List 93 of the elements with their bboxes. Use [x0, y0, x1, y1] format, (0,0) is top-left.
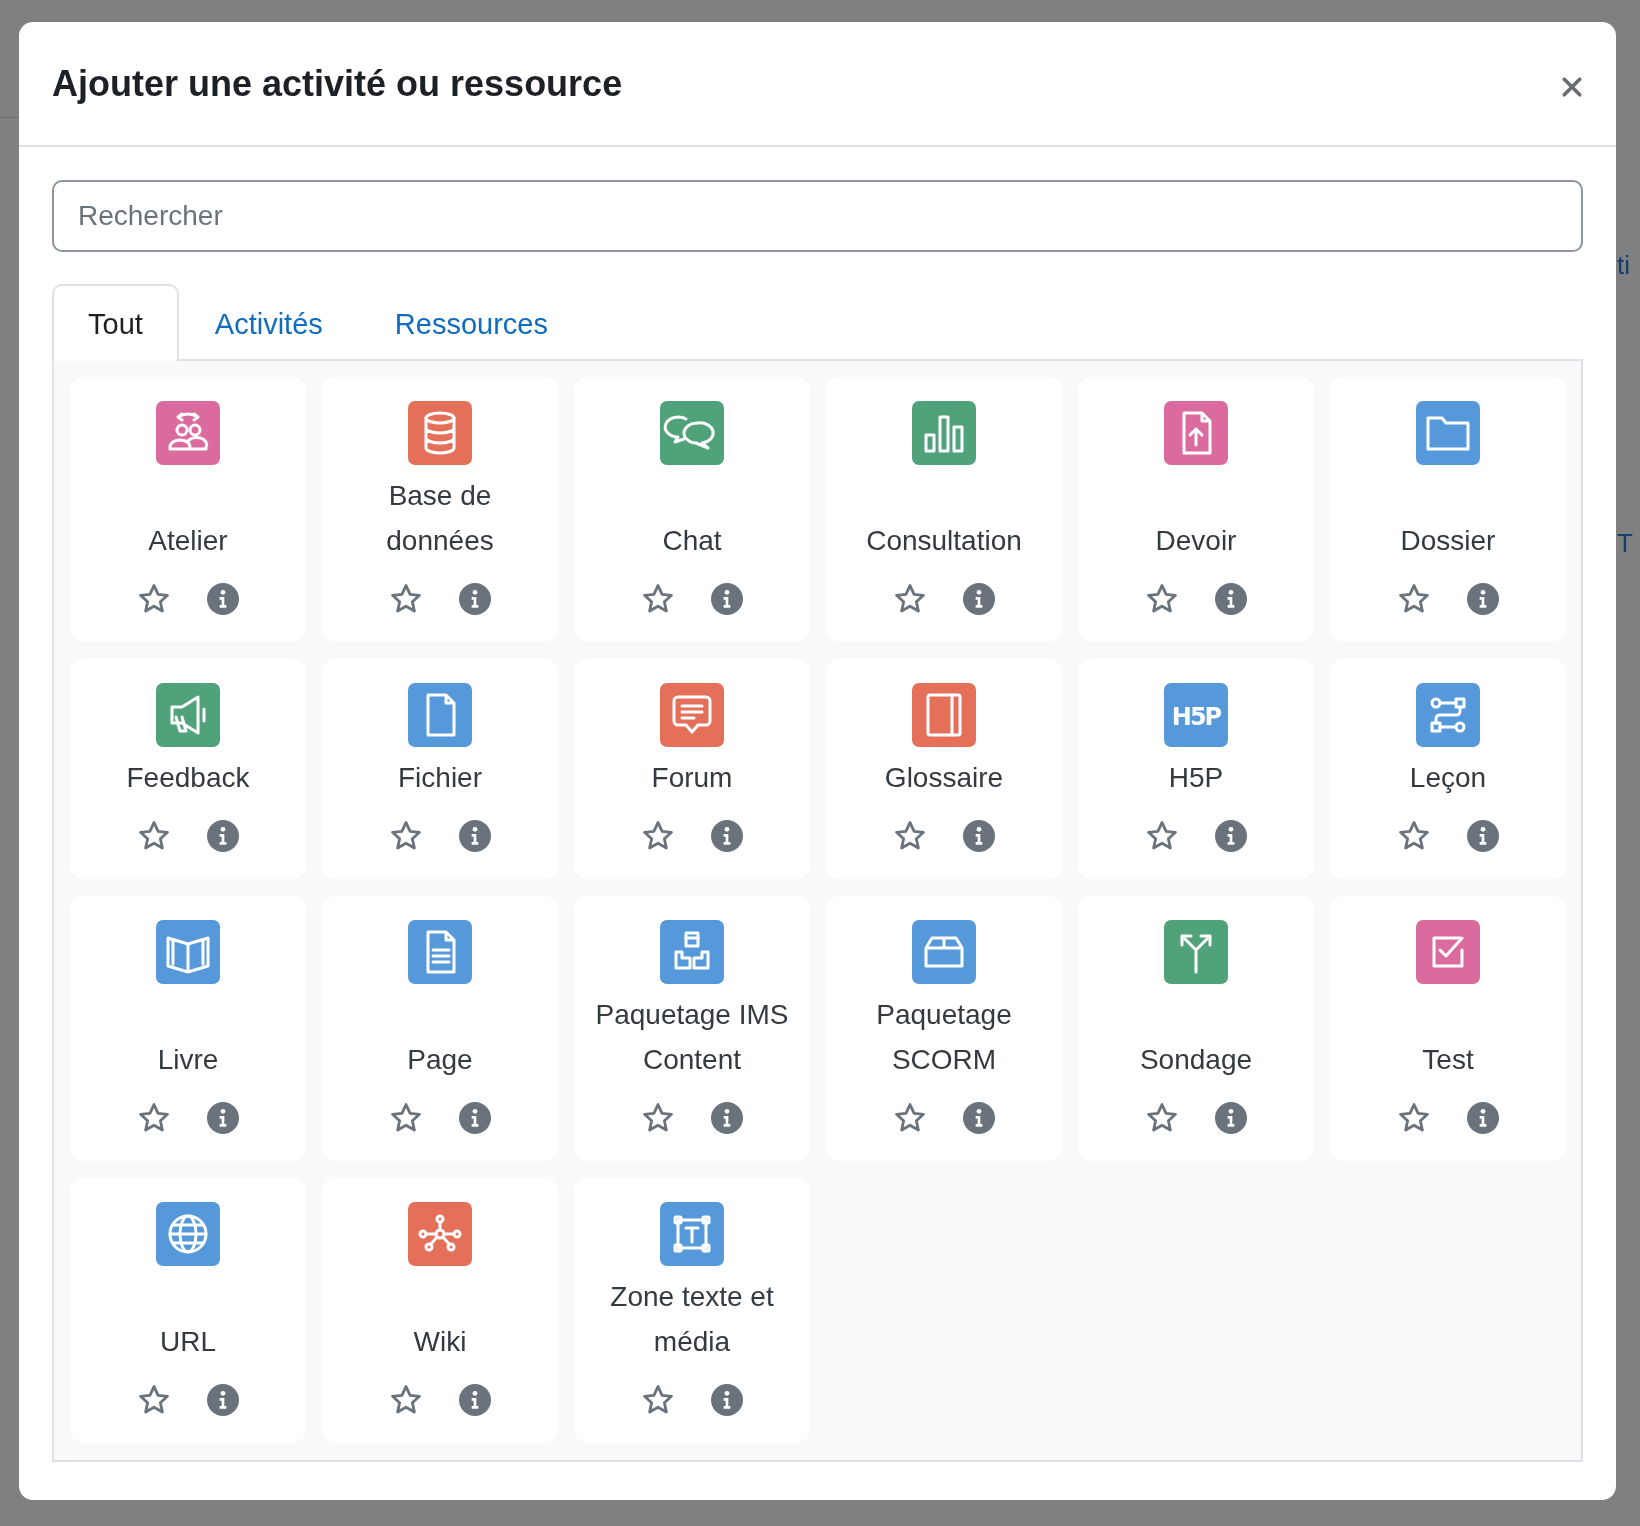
star-icon[interactable]: [641, 582, 675, 616]
activity-name: Consultation: [866, 524, 1022, 558]
activity-card[interactable]: Forum: [574, 659, 810, 879]
activity-card[interactable]: Devoir: [1078, 377, 1314, 642]
activity-card[interactable]: Chat: [574, 377, 810, 642]
star-icon[interactable]: [641, 1383, 675, 1417]
info-icon[interactable]: [207, 820, 239, 852]
info-icon[interactable]: [207, 1384, 239, 1416]
star-icon[interactable]: [1397, 1101, 1431, 1135]
info-icon[interactable]: [1467, 583, 1499, 615]
info-icon[interactable]: [459, 1384, 491, 1416]
activity-card[interactable]: URL: [70, 1178, 306, 1443]
activity-name: Base de données: [385, 479, 495, 558]
tab[interactable]: Ressources: [358, 284, 584, 361]
dialog-title: Ajouter une activité ou ressource: [52, 62, 623, 105]
star-icon[interactable]: [1145, 1101, 1179, 1135]
search-field[interactable]: Rechercher: [52, 180, 1583, 252]
star-icon[interactable]: [389, 819, 423, 853]
star-icon[interactable]: [1145, 582, 1179, 616]
info-icon[interactable]: [963, 820, 995, 852]
activity-name: Paquetage SCORM: [875, 998, 1013, 1077]
activity-name: Atelier: [148, 524, 228, 558]
activity-name: Sondage: [1139, 1043, 1253, 1077]
activity-name: URL: [160, 1325, 216, 1359]
tab[interactable]: Activités: [178, 284, 359, 361]
activity-card[interactable]: Dossier: [1330, 377, 1566, 642]
star-icon[interactable]: [137, 582, 171, 616]
activity-name: Zone texte et média: [609, 1280, 775, 1359]
info-icon[interactable]: [1467, 820, 1499, 852]
activity-name: Page: [407, 1043, 473, 1077]
activity-name: Devoir: [1155, 524, 1237, 558]
activity-name: Chat: [662, 524, 722, 558]
star-icon[interactable]: [1397, 582, 1431, 616]
background-text: T: [1617, 528, 1633, 559]
activity-card[interactable]: Wiki: [322, 1178, 558, 1443]
activity-name: Leçon: [1409, 761, 1487, 795]
activity-card[interactable]: Fichier: [322, 659, 558, 879]
tab[interactable]: Tout: [52, 284, 179, 361]
star-icon[interactable]: [137, 1101, 171, 1135]
activity-name: Feedback: [126, 761, 250, 795]
activity-card[interactable]: Consultation: [826, 377, 1062, 642]
background-text: ti: [1617, 250, 1630, 281]
star-icon[interactable]: [641, 1101, 675, 1135]
star-icon[interactable]: [389, 582, 423, 616]
info-icon[interactable]: [1215, 583, 1247, 615]
activity-card[interactable]: Glossaire: [826, 659, 1062, 879]
star-icon[interactable]: [893, 582, 927, 616]
info-icon[interactable]: [459, 820, 491, 852]
info-icon[interactable]: [459, 1102, 491, 1134]
activity-name: Forum: [651, 761, 733, 795]
activity-card[interactable]: Paquetage SCORM: [826, 896, 1062, 1161]
activity-name: Wiki: [413, 1325, 467, 1359]
info-icon[interactable]: [711, 583, 743, 615]
activity-card[interactable]: Atelier: [70, 377, 306, 642]
activity-card[interactable]: Zone texte et média: [574, 1178, 810, 1443]
star-icon[interactable]: [1397, 819, 1431, 853]
activity-card[interactable]: Test: [1330, 896, 1566, 1161]
activity-card[interactable]: Leçon: [1330, 659, 1566, 879]
activity-name: Paquetage IMS Content: [594, 998, 790, 1077]
star-icon[interactable]: [389, 1101, 423, 1135]
info-icon[interactable]: [1215, 820, 1247, 852]
info-icon[interactable]: [207, 1102, 239, 1134]
activity-card[interactable]: Paquetage IMS Content: [574, 896, 810, 1161]
star-icon[interactable]: [641, 819, 675, 853]
info-icon[interactable]: [711, 1384, 743, 1416]
info-icon[interactable]: [711, 820, 743, 852]
activity-name: Dossier: [1400, 524, 1496, 558]
activity-card[interactable]: Feedback: [70, 659, 306, 879]
info-icon[interactable]: [1215, 1102, 1247, 1134]
info-icon[interactable]: [711, 1102, 743, 1134]
info-icon[interactable]: [1467, 1102, 1499, 1134]
star-icon[interactable]: [1145, 819, 1179, 853]
info-icon[interactable]: [207, 583, 239, 615]
star-icon[interactable]: [893, 819, 927, 853]
star-icon[interactable]: [389, 1383, 423, 1417]
activity-card[interactable]: H5P H5P: [1078, 659, 1314, 879]
activity-card[interactable]: Page: [322, 896, 558, 1161]
close-icon[interactable]: [1561, 75, 1583, 98]
activity-card[interactable]: Sondage: [1078, 896, 1314, 1161]
star-icon[interactable]: [137, 1383, 171, 1417]
info-icon[interactable]: [459, 583, 491, 615]
star-icon[interactable]: [893, 1101, 927, 1135]
info-icon[interactable]: [963, 1102, 995, 1134]
activity-name: Fichier: [398, 761, 482, 795]
activity-name: Test: [1422, 1043, 1474, 1077]
activity-name: H5P: [1168, 761, 1224, 795]
activity-name: Livre: [157, 1043, 219, 1077]
star-icon[interactable]: [137, 819, 171, 853]
info-icon[interactable]: [963, 583, 995, 615]
activity-card[interactable]: Livre: [70, 896, 306, 1161]
activity-card[interactable]: Base de données: [322, 377, 558, 642]
activity-name: Glossaire: [884, 761, 1004, 795]
logo-icon: H5P: [1164, 683, 1228, 747]
